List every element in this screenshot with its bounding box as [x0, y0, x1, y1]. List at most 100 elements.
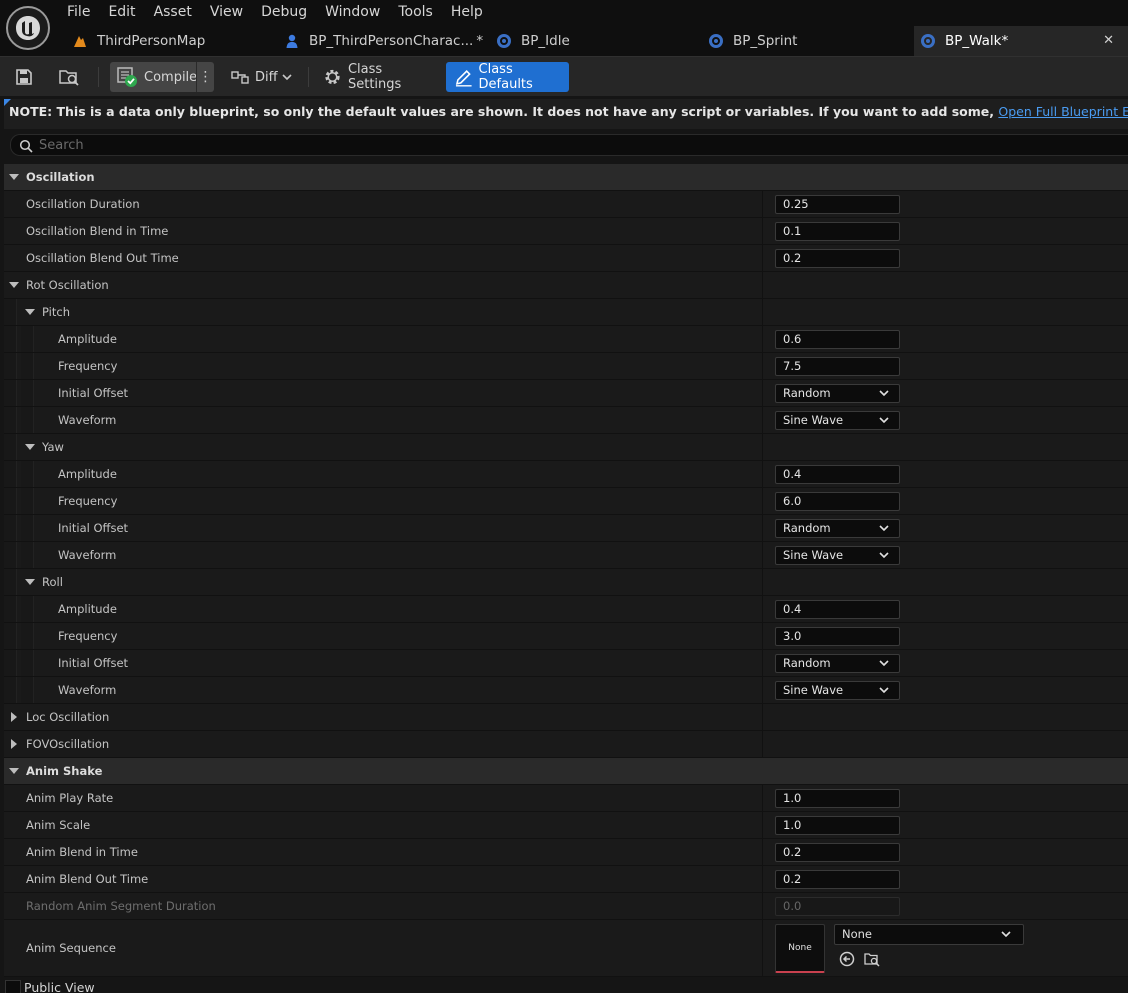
search-input[interactable] [39, 136, 1039, 154]
anim-sequence-dropdown[interactable]: None [834, 924, 1024, 945]
compile-button[interactable]: Compile ⋮ [110, 62, 214, 92]
column-divider[interactable] [762, 893, 763, 919]
property-label: Anim Scale [26, 818, 91, 832]
menu-view[interactable]: View [201, 0, 252, 24]
column-divider[interactable] [762, 812, 763, 838]
column-divider[interactable] [762, 299, 763, 325]
diff-button[interactable]: Diff [230, 62, 292, 92]
use-selected-asset-button[interactable] [838, 950, 856, 968]
pitch-frequency-field[interactable]: 7.5 [775, 357, 900, 376]
indent-guide [21, 353, 34, 379]
public-view-checkbox[interactable] [5, 980, 21, 993]
column-divider[interactable] [762, 542, 763, 568]
menu-window[interactable]: Window [316, 0, 389, 24]
collapse-arrow-icon[interactable] [7, 758, 21, 784]
anim-play-rate-field[interactable]: 1.0 [775, 789, 900, 808]
collapse-arrow-icon[interactable] [23, 434, 37, 460]
column-divider[interactable] [762, 920, 763, 976]
pitch-amplitude-field[interactable]: 0.6 [775, 330, 900, 349]
tab-bp-walk[interactable]: BP_Walk* ✕ [914, 26, 1128, 56]
anim-blend-out-field[interactable]: 0.2 [775, 870, 900, 889]
group-loc-oscillation[interactable]: Loc Oscillation [4, 704, 1128, 731]
column-divider[interactable] [762, 515, 763, 541]
group-roll[interactable]: Roll [4, 569, 1128, 596]
pitch-initial-offset-dropdown[interactable]: Random [775, 384, 900, 403]
collapse-arrow-icon[interactable] [23, 299, 37, 325]
column-divider[interactable] [762, 407, 763, 433]
yaw-initial-offset-dropdown[interactable]: Random [775, 519, 900, 538]
roll-waveform-dropdown[interactable]: Sine Wave [775, 681, 900, 700]
property-row-yaw-frequency: Frequency 6.0 [4, 488, 1128, 515]
anim-scale-field[interactable]: 1.0 [775, 816, 900, 835]
menu-debug[interactable]: Debug [252, 0, 316, 24]
category-oscillation[interactable]: Oscillation [4, 164, 1128, 191]
collapse-arrow-icon[interactable] [23, 569, 37, 595]
group-fov-oscillation[interactable]: FOVOscillation [4, 731, 1128, 758]
column-divider[interactable] [762, 353, 763, 379]
class-defaults-button[interactable]: Class Defaults [446, 62, 569, 92]
collapse-arrow-icon[interactable] [7, 164, 21, 190]
tab-thirdpersonmap[interactable]: ThirdPersonMap [72, 26, 272, 56]
column-divider[interactable] [762, 191, 763, 217]
tab-bp-idle[interactable]: BP_Idle [496, 26, 696, 56]
column-divider[interactable] [762, 218, 763, 244]
property-label: Waveform [58, 548, 117, 562]
column-divider[interactable] [762, 434, 763, 460]
browse-asset-button[interactable] [863, 950, 881, 968]
column-divider[interactable] [762, 623, 763, 649]
tab-bp-thirdpersoncharacter[interactable]: BP_ThirdPersonCharac... * [284, 26, 484, 56]
browse-asset-button[interactable] [58, 62, 84, 92]
asset-thumbnail[interactable]: None [775, 924, 825, 973]
dropdown-value: Sine Wave [783, 548, 844, 562]
column-divider[interactable] [762, 650, 763, 676]
column-divider[interactable] [762, 272, 763, 298]
group-pitch[interactable]: Pitch [4, 299, 1128, 326]
group-rot-oscillation[interactable]: Rot Oscillation [4, 272, 1128, 299]
yaw-waveform-dropdown[interactable]: Sine Wave [775, 546, 900, 565]
oscillation-blend-out-field[interactable]: 0.2 [775, 249, 900, 268]
column-divider[interactable] [762, 326, 763, 352]
column-divider[interactable] [762, 731, 763, 757]
category-anim-shake[interactable]: Anim Shake [4, 758, 1128, 785]
expand-arrow-icon[interactable] [7, 731, 21, 757]
column-divider[interactable] [762, 380, 763, 406]
anim-blend-in-field[interactable]: 0.2 [775, 843, 900, 862]
tab-bp-sprint[interactable]: BP_Sprint [708, 26, 908, 56]
column-divider[interactable] [762, 569, 763, 595]
save-button[interactable] [14, 62, 38, 92]
class-settings-button[interactable]: Class Settings [323, 62, 435, 92]
column-divider[interactable] [762, 866, 763, 892]
oscillation-duration-field[interactable]: 0.25 [775, 195, 900, 214]
pitch-waveform-dropdown[interactable]: Sine Wave [775, 411, 900, 430]
roll-initial-offset-dropdown[interactable]: Random [775, 654, 900, 673]
column-divider[interactable] [762, 596, 763, 622]
column-divider[interactable] [762, 245, 763, 271]
expand-arrow-icon[interactable] [7, 704, 21, 730]
property-row-anim-blend-out: Anim Blend Out Time 0.2 [4, 866, 1128, 893]
group-yaw[interactable]: Yaw [4, 434, 1128, 461]
more-options-icon[interactable]: ⋮ [196, 62, 214, 92]
roll-frequency-field[interactable]: 3.0 [775, 627, 900, 646]
close-icon[interactable]: ✕ [1103, 33, 1114, 48]
yaw-frequency-field[interactable]: 6.0 [775, 492, 900, 511]
use-selected-icon [839, 951, 855, 967]
column-divider[interactable] [762, 461, 763, 487]
column-divider[interactable] [762, 704, 763, 730]
menu-file[interactable]: File [58, 0, 99, 24]
unreal-logo-icon[interactable] [6, 6, 50, 50]
roll-amplitude-field[interactable]: 0.4 [775, 600, 900, 619]
column-divider[interactable] [762, 839, 763, 865]
open-full-blueprint-editor-link[interactable]: Open Full Blueprint Editor [998, 104, 1128, 119]
menu-tools[interactable]: Tools [389, 0, 442, 24]
yaw-amplitude-field[interactable]: 0.4 [775, 465, 900, 484]
column-divider[interactable] [762, 785, 763, 811]
column-divider[interactable] [762, 488, 763, 514]
column-divider[interactable] [762, 677, 763, 703]
menu-edit[interactable]: Edit [99, 0, 144, 24]
oscillation-blend-in-field[interactable]: 0.1 [775, 222, 900, 241]
menu-help[interactable]: Help [442, 0, 492, 24]
menu-asset[interactable]: Asset [145, 0, 201, 24]
compile-label: Compile [144, 69, 198, 85]
property-row-yaw-amplitude: Amplitude 0.4 [4, 461, 1128, 488]
collapse-arrow-icon[interactable] [7, 272, 21, 298]
